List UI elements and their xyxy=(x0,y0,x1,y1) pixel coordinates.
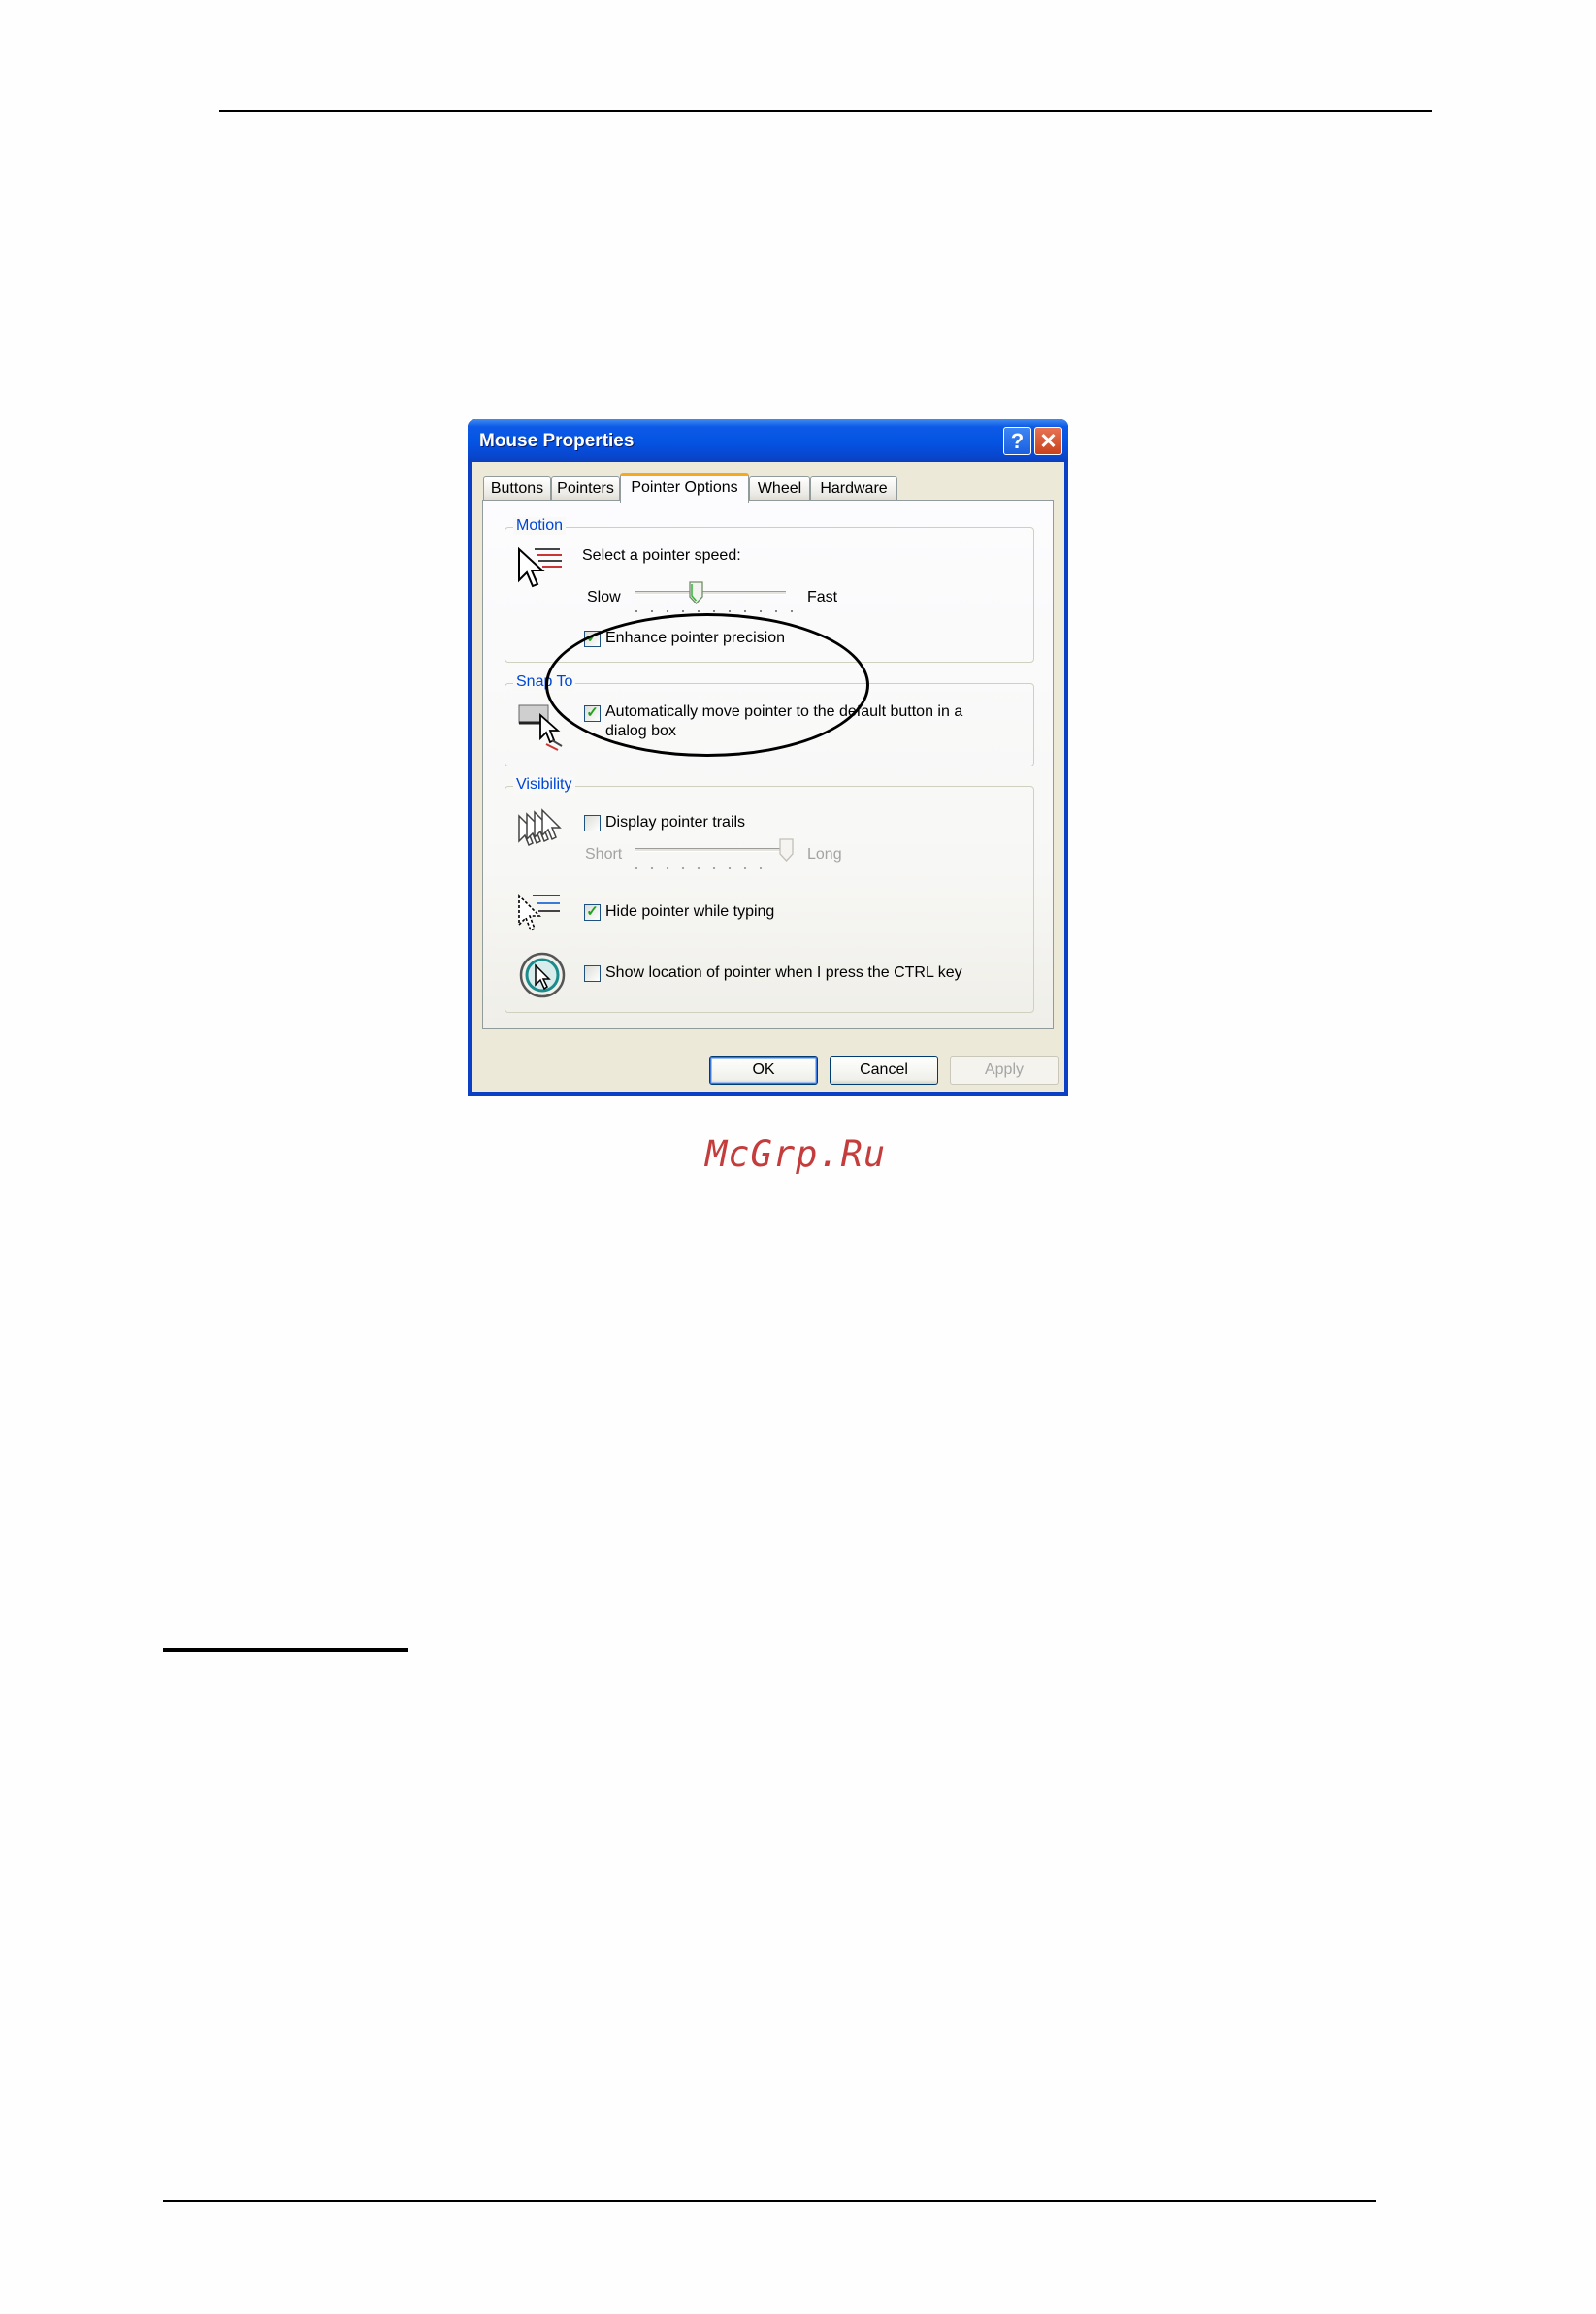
auto-move-checkbox[interactable]: ✓ xyxy=(584,705,601,722)
tab-buttons[interactable]: Buttons xyxy=(483,476,551,501)
long-label: Long xyxy=(807,846,842,863)
pointer-trails-checkbox[interactable] xyxy=(584,815,601,831)
visibility-group-title: Visibility xyxy=(513,776,575,794)
cancel-button[interactable]: Cancel xyxy=(830,1056,938,1085)
close-button[interactable]: ✕ xyxy=(1034,427,1062,455)
top-rule xyxy=(219,110,1432,112)
pointer-trails-icon xyxy=(518,808,562,847)
section-rule xyxy=(163,1648,408,1652)
ok-button[interactable]: OK xyxy=(709,1056,818,1085)
short-label: Short xyxy=(585,846,623,863)
tab-wheel[interactable]: Wheel xyxy=(749,476,810,501)
hide-pointer-icon xyxy=(518,894,560,932)
trail-length-ticks xyxy=(629,867,774,869)
show-location-checkbox[interactable] xyxy=(584,965,601,982)
pointer-speed-slider[interactable] xyxy=(688,581,703,604)
pointer-speed-track[interactable] xyxy=(635,591,786,595)
annotation-ellipse xyxy=(545,613,869,757)
auto-move-label-line1: Automatically move pointer to the defaul… xyxy=(605,703,963,720)
slow-label: Slow xyxy=(587,589,621,605)
watermark-text: McGrp.Ru xyxy=(705,1133,887,1175)
show-location-label: Show location of pointer when I press th… xyxy=(605,964,962,981)
title-bar[interactable]: Mouse Properties ? ✕ xyxy=(468,419,1068,462)
help-button[interactable]: ? xyxy=(1003,427,1031,455)
show-location-icon xyxy=(519,952,566,998)
dialog-client-area: Buttons Pointers Pointer Options Wheel H… xyxy=(472,462,1064,1092)
motion-group-title: Motion xyxy=(513,517,567,535)
pointer-options-panel: Motion Snap To Visibility Select a point… xyxy=(482,500,1054,1029)
apply-button[interactable]: Apply xyxy=(950,1056,1059,1085)
trail-length-slider[interactable] xyxy=(778,838,794,862)
tab-pointers[interactable]: Pointers xyxy=(551,476,620,501)
pointer-trails-label: Display pointer trails xyxy=(605,814,746,831)
hide-pointer-checkbox[interactable]: ✓ xyxy=(584,904,601,921)
bottom-rule xyxy=(163,2200,1376,2202)
pointer-speed-icon xyxy=(518,546,562,588)
dialog-title: Mouse Properties xyxy=(479,431,635,451)
tab-hardware[interactable]: Hardware xyxy=(810,476,897,501)
fast-label: Fast xyxy=(807,589,838,605)
pointer-speed-label: Select a pointer speed: xyxy=(582,547,741,564)
hide-pointer-label: Hide pointer while typing xyxy=(605,903,775,920)
trail-length-track[interactable] xyxy=(635,848,786,852)
pointer-speed-ticks xyxy=(629,610,799,612)
auto-move-label-line2: dialog box xyxy=(605,723,676,739)
mouse-properties-dialog: Mouse Properties ? ✕ Buttons Pointers Po… xyxy=(468,419,1068,1096)
tab-pointer-options[interactable]: Pointer Options xyxy=(620,473,749,503)
